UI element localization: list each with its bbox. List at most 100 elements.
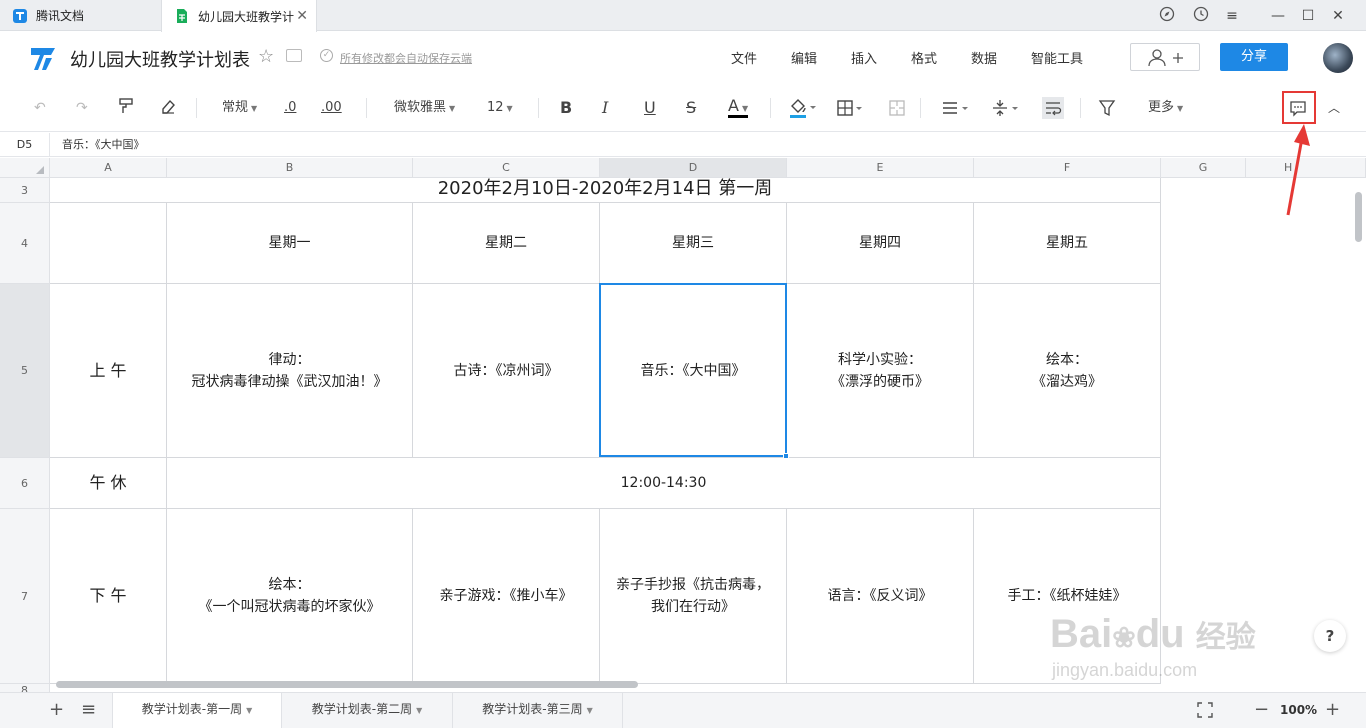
- activity-cell[interactable]: 科学小实验： 《漂浮的硬币》: [787, 284, 974, 458]
- close-icon[interactable]: ✕: [296, 8, 308, 24]
- tencent-docs-logo[interactable]: [28, 44, 58, 74]
- menu-data[interactable]: 数据: [971, 48, 997, 67]
- menu-smart-tools[interactable]: 智能工具: [1031, 48, 1083, 67]
- zoom-level[interactable]: 100%: [1280, 703, 1317, 717]
- compass-icon[interactable]: [1157, 6, 1177, 26]
- more-dropdown[interactable]: 更多 ▼: [1148, 97, 1183, 119]
- menu-format[interactable]: 格式: [911, 48, 937, 67]
- star-icon[interactable]: ☆: [258, 46, 274, 67]
- fill-handle[interactable]: [783, 453, 789, 459]
- spreadsheet-grid[interactable]: A B C D E F G H 3 4 5 6 7 8 2020年2月10日-2…: [0, 158, 1366, 692]
- avatar[interactable]: [1323, 43, 1353, 73]
- column-header[interactable]: B: [167, 158, 413, 178]
- horizontal-align-icon[interactable]: [940, 97, 974, 119]
- number-format-dropdown[interactable]: 常规 ▼: [222, 97, 257, 119]
- row-header[interactable]: 3: [0, 178, 50, 203]
- minimize-icon[interactable]: —: [1268, 6, 1288, 26]
- weekday-header-cell[interactable]: 星期四: [787, 203, 974, 284]
- cell-reference[interactable]: D5: [0, 133, 50, 157]
- sheet-tab[interactable]: 教学计划表-第一周 ▼: [112, 693, 282, 728]
- clear-format-icon[interactable]: [160, 97, 176, 119]
- activity-cell[interactable]: 手工：《纸杯娃娃》: [974, 509, 1161, 684]
- italic-button[interactable]: I: [602, 97, 608, 119]
- sheet-tab[interactable]: 教学计划表-第二周 ▼: [282, 693, 453, 728]
- menu-insert[interactable]: 插入: [851, 48, 877, 67]
- maximize-icon[interactable]: ☐: [1298, 6, 1318, 26]
- row-header[interactable]: 8: [0, 684, 50, 692]
- table-cell[interactable]: [50, 203, 167, 284]
- folder-icon[interactable]: [286, 49, 302, 62]
- weekday-header-cell[interactable]: 星期二: [413, 203, 600, 284]
- nap-time-cell[interactable]: 12:00-14:30: [167, 458, 1161, 509]
- menu-edit[interactable]: 编辑: [791, 48, 817, 67]
- font-family-dropdown[interactable]: 微软雅黑 ▼: [394, 97, 455, 119]
- help-button[interactable]: ?: [1314, 620, 1346, 652]
- column-header[interactable]: F: [974, 158, 1161, 178]
- column-header[interactable]: C: [413, 158, 600, 178]
- hamburger-menu-icon[interactable]: ≡: [1222, 6, 1242, 26]
- activity-cell[interactable]: 亲子手抄报《抗击病毒， 我们在行动》: [600, 509, 787, 684]
- activity-cell[interactable]: 绘本： 《一个叫冠状病毒的坏家伙》: [167, 509, 413, 684]
- borders-icon[interactable]: [836, 97, 866, 119]
- period-label-cell[interactable]: 下 午: [50, 509, 167, 684]
- bold-button[interactable]: B: [560, 97, 572, 119]
- filter-icon[interactable]: [1098, 97, 1116, 119]
- window-close-icon[interactable]: ✕: [1328, 6, 1348, 26]
- period-label-cell[interactable]: 上 午: [50, 284, 167, 458]
- decrease-decimal-button[interactable]: .0: [284, 97, 296, 119]
- period-label-cell[interactable]: 午 休: [50, 458, 167, 509]
- zoom-in-icon[interactable]: +: [1325, 701, 1340, 719]
- merge-cells-icon[interactable]: [888, 97, 906, 119]
- column-header[interactable]: A: [50, 158, 167, 178]
- activity-cell[interactable]: 音乐：《大中国》: [600, 284, 787, 458]
- redo-icon[interactable]: ↷: [76, 97, 88, 119]
- column-header[interactable]: G: [1161, 158, 1246, 178]
- add-sheet-icon[interactable]: +: [49, 701, 64, 719]
- sheet-list-icon[interactable]: ≡: [81, 701, 96, 719]
- fill-color-icon[interactable]: [788, 97, 818, 119]
- wrap-text-icon[interactable]: [1042, 97, 1064, 119]
- share-button[interactable]: 分享: [1220, 43, 1288, 71]
- menu-file[interactable]: 文件: [731, 48, 757, 67]
- sheet-tab[interactable]: 教学计划表-第三周 ▼: [453, 693, 623, 728]
- activity-cell[interactable]: 律动： 冠状病毒律动操《武汉加油！》: [167, 284, 413, 458]
- row-header[interactable]: 7: [0, 509, 50, 684]
- weekday-header-cell[interactable]: 星期五: [974, 203, 1161, 284]
- row-header[interactable]: 5: [0, 284, 50, 458]
- font-size-label: 12: [487, 100, 504, 115]
- tab-tencent-docs[interactable]: 腾讯文档: [0, 0, 160, 31]
- clock-icon[interactable]: [1191, 6, 1211, 26]
- browser-tab-bar: 腾讯文档 幼儿园大班教学计 ✕ ≡ — ☐ ✕: [0, 0, 1366, 32]
- row-header[interactable]: 6: [0, 458, 50, 509]
- font-color-button[interactable]: A ▼: [728, 97, 749, 118]
- strikethrough-button[interactable]: S: [686, 97, 696, 119]
- column-header[interactable]: D: [600, 158, 787, 178]
- activity-cell[interactable]: 亲子游戏：《推小车》: [413, 509, 600, 684]
- weekday-header-cell[interactable]: 星期三: [600, 203, 787, 284]
- format-painter-icon[interactable]: [118, 97, 134, 119]
- document-title[interactable]: 幼儿园大班教学计划表: [70, 46, 250, 72]
- column-header[interactable]: E: [787, 158, 974, 178]
- formula-input[interactable]: 音乐：《大中国》: [62, 133, 145, 157]
- select-all-corner[interactable]: [0, 158, 50, 178]
- zoom-out-icon[interactable]: −: [1254, 701, 1269, 719]
- vertical-align-icon[interactable]: [990, 97, 1024, 119]
- increase-decimal-button[interactable]: .00: [321, 97, 342, 119]
- weekday-header-cell[interactable]: 星期一: [167, 203, 413, 284]
- schedule-title-cell[interactable]: 2020年2月10日-2020年2月14日 第一周: [50, 178, 1161, 203]
- caret-down-icon: ▼: [246, 706, 253, 715]
- activity-cell[interactable]: 古诗：《凉州词》: [413, 284, 600, 458]
- underline-button[interactable]: U: [644, 97, 656, 119]
- activity-cell[interactable]: 语言：《反义词》: [787, 509, 974, 684]
- activity-cell[interactable]: 绘本： 《溜达鸡》: [974, 284, 1161, 458]
- save-status[interactable]: 所有修改都会自动保存云端: [340, 50, 472, 66]
- fullscreen-icon[interactable]: [1196, 701, 1214, 724]
- add-collaborator-button[interactable]: [1130, 43, 1200, 71]
- row-header[interactable]: 4: [0, 203, 50, 284]
- font-size-dropdown[interactable]: 12 ▼: [487, 97, 513, 119]
- undo-icon[interactable]: ↶: [34, 97, 46, 119]
- tab-current-doc[interactable]: 幼儿园大班教学计 ✕: [161, 0, 317, 32]
- collapse-toolbar-icon[interactable]: ︿: [1328, 97, 1340, 119]
- horizontal-scrollbar[interactable]: [56, 681, 638, 688]
- vertical-scrollbar[interactable]: [1355, 192, 1362, 242]
